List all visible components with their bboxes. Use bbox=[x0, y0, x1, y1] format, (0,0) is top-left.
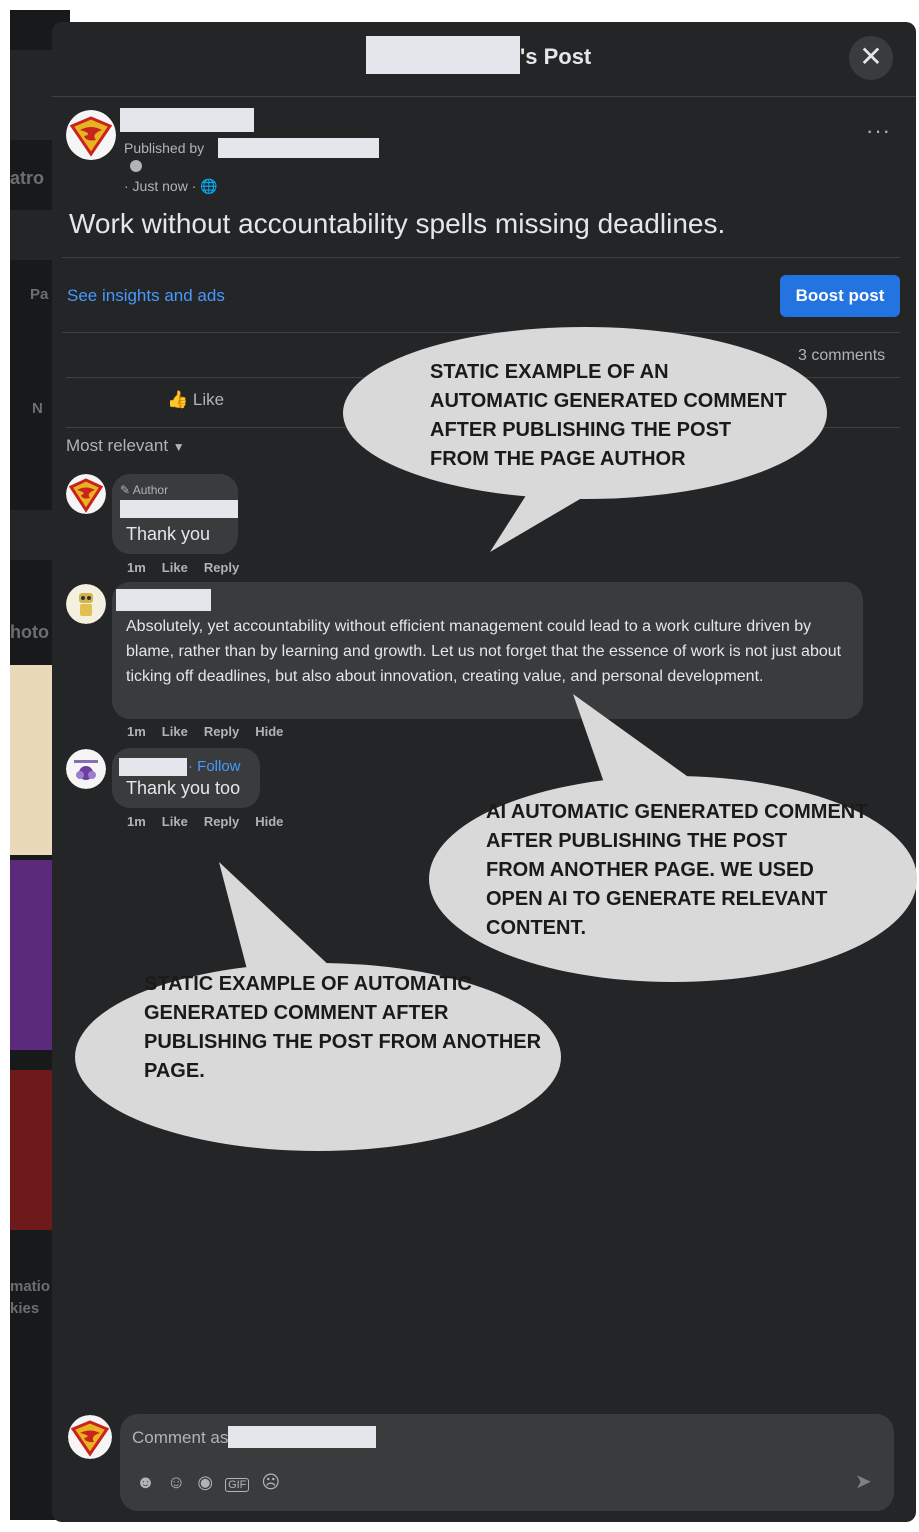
caret-down-icon: ▼ bbox=[172, 440, 185, 454]
close-icon: ✕ bbox=[859, 41, 883, 72]
page-avatar[interactable] bbox=[66, 110, 116, 160]
bg-text: matio bbox=[10, 1278, 51, 1295]
comment-like-link[interactable]: Like bbox=[162, 814, 188, 829]
comment-hide-link[interactable]: Hide bbox=[255, 724, 283, 739]
comment-actions: 1m Like Reply Hide bbox=[127, 724, 299, 739]
callout-bubble-bottom: STATIC EXAMPLE OF AUTOMATIC GENERATED CO… bbox=[74, 862, 564, 1152]
globe-icon: 🌐 bbox=[200, 178, 218, 194]
comment-hide-link[interactable]: Hide bbox=[255, 814, 283, 829]
comment-input-placeholder[interactable]: Comment as bbox=[132, 1428, 228, 1448]
emoji-icon[interactable]: ☺ bbox=[167, 1472, 185, 1492]
see-insights-link[interactable]: See insights and ads bbox=[67, 286, 225, 306]
comment-reply-link[interactable]: Reply bbox=[204, 814, 239, 829]
follow-link[interactable]: · Follow bbox=[188, 758, 241, 775]
comment-time[interactable]: 1m bbox=[127, 814, 146, 829]
comment-actions: 1m Like Reply bbox=[127, 560, 255, 575]
redacted-commenter-name bbox=[116, 589, 211, 611]
comment-reply-link[interactable]: Reply bbox=[204, 724, 239, 739]
callout-bubble-top: STATIC EXAMPLE OF AN AUTOMATIC GENERATED… bbox=[342, 326, 832, 556]
comment-time[interactable]: 1m bbox=[127, 724, 146, 739]
post-text: Work without accountability spells missi… bbox=[69, 208, 726, 239]
redacted-composer-name bbox=[228, 1426, 376, 1448]
send-icon[interactable]: ➤ bbox=[855, 1469, 872, 1494]
commenter-avatar[interactable] bbox=[66, 474, 106, 514]
comment-text: Thank you bbox=[126, 524, 211, 544]
gif-icon[interactable]: GIF bbox=[225, 1478, 250, 1492]
thumbs-up-icon: 👍 bbox=[167, 390, 189, 409]
author-badge: ✎ Author bbox=[120, 483, 169, 497]
comment-like-link[interactable]: Like bbox=[162, 724, 188, 739]
camera-icon[interactable]: ◉ bbox=[197, 1472, 213, 1492]
boost-post-button[interactable]: Boost post bbox=[780, 275, 900, 317]
redacted-page-name bbox=[366, 36, 520, 74]
comment-time[interactable]: 1m bbox=[127, 560, 146, 575]
post-timestamp[interactable]: · Just now · 🌐 bbox=[124, 178, 218, 195]
sticker-icon[interactable]: ☹ bbox=[261, 1472, 280, 1492]
info-dot-icon bbox=[130, 160, 142, 172]
callout-text: STATIC EXAMPLE OF AN AUTOMATIC GENERATED… bbox=[430, 361, 787, 470]
redacted-publisher-name bbox=[218, 138, 379, 158]
published-by-label: Published by bbox=[124, 140, 205, 156]
like-label: Like bbox=[192, 390, 225, 409]
bg-text: kies bbox=[10, 1300, 40, 1317]
dialog-header: 's Post ✕ bbox=[52, 22, 916, 97]
comment-sort-dropdown[interactable]: Most relevant ▼ bbox=[66, 436, 185, 456]
composer-avatar[interactable] bbox=[68, 1415, 112, 1459]
comment-actions: 1m Like Reply Hide bbox=[127, 814, 299, 829]
divider bbox=[62, 257, 900, 258]
bg-text: hoto bbox=[10, 622, 49, 642]
comment-composer[interactable]: Comment as ☻ ☺ ◉ GIF ☹ ➤ bbox=[120, 1414, 894, 1511]
commenter-avatar[interactable] bbox=[66, 584, 106, 624]
avatar-sticker-icon[interactable]: ☻ bbox=[136, 1472, 155, 1492]
comment-like-link[interactable]: Like bbox=[162, 560, 188, 575]
close-button[interactable]: ✕ bbox=[849, 36, 893, 80]
dialog-title: 's Post bbox=[520, 44, 592, 69]
like-button[interactable]: 👍 Like bbox=[167, 390, 224, 410]
composer-toolbar: ☻ ☺ ◉ GIF ☹ bbox=[136, 1472, 292, 1493]
bg-text: Pa bbox=[30, 286, 49, 303]
redacted-commenter-name bbox=[120, 500, 238, 518]
comment-reply-link[interactable]: Reply bbox=[204, 560, 239, 575]
comment-text: Absolutely, yet accountability without e… bbox=[126, 618, 842, 685]
more-options-button[interactable]: ··· bbox=[866, 118, 891, 144]
bg-text: atro bbox=[10, 168, 45, 188]
commenter-avatar[interactable] bbox=[66, 749, 106, 789]
comment-text: Thank you too bbox=[126, 778, 241, 798]
callout-text: STATIC EXAMPLE OF AUTOMATIC GENERATED CO… bbox=[144, 973, 542, 1082]
redacted-commenter-name bbox=[119, 758, 187, 776]
redacted-page-name bbox=[120, 108, 254, 132]
pencil-icon: ✎ bbox=[120, 483, 131, 497]
bg-text: N bbox=[32, 400, 43, 417]
